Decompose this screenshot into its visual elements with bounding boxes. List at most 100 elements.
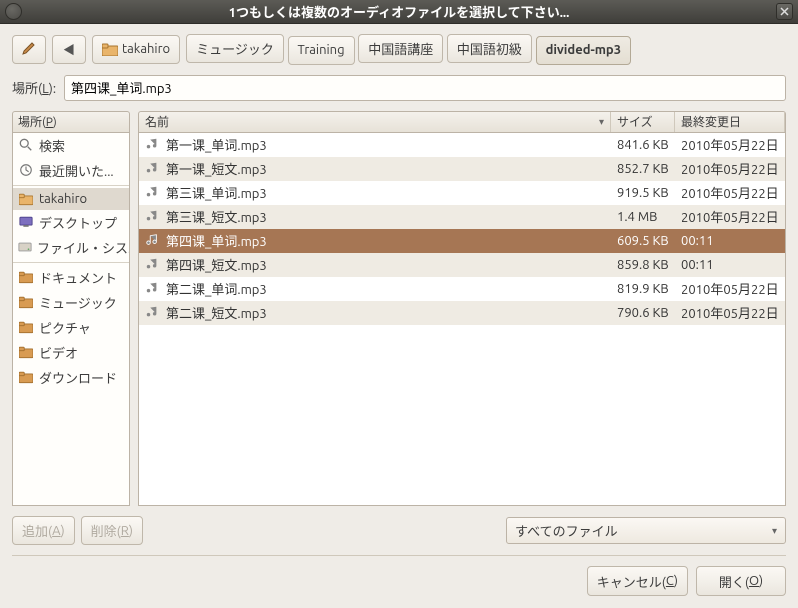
breadcrumb-segment[interactable]: divided-mp3: [536, 36, 631, 65]
file-date: 00:11: [675, 234, 785, 248]
places-item-label: ドキュメント: [39, 268, 117, 287]
breadcrumb-segment[interactable]: Training: [288, 36, 355, 65]
split-panes: 場所(P) 検索最近開いた... takahiro デスクトップファイル・シス...…: [12, 111, 786, 507]
file-name: 第二课_单词.mp3: [166, 279, 267, 298]
places-item-label: 最近開いた...: [39, 161, 114, 180]
places-item[interactable]: 検索: [13, 133, 129, 158]
file-name: 第四课_短文.mp3: [166, 255, 267, 274]
dialog-content: ◀ takahiro ミュージック Training 中国語講座 中国語初級 d…: [0, 24, 798, 608]
breadcrumb-segment[interactable]: 中国語初級: [447, 34, 532, 63]
file-date: 2010年05月22日: [675, 135, 785, 154]
home-folder-icon: [102, 43, 118, 56]
open-button[interactable]: 開く(O): [696, 566, 786, 596]
audio-file-icon: [145, 137, 161, 153]
file-row[interactable]: 第三课_单词.mp3919.5 KB2010年05月22日: [139, 181, 785, 205]
separator: [12, 555, 786, 556]
folder-icon: [18, 369, 34, 385]
file-size: 852.7 KB: [611, 162, 675, 176]
audio-file-icon: [145, 281, 161, 297]
pencil-icon: [21, 40, 37, 59]
disk-icon: [18, 239, 32, 255]
file-name: 第三课_单词.mp3: [166, 183, 267, 202]
breadcrumb-home[interactable]: takahiro: [92, 35, 180, 64]
places-pane: 場所(P) 検索最近開いた... takahiro デスクトップファイル・シス...…: [12, 111, 130, 507]
edit-path-toggle[interactable]: [12, 35, 46, 64]
recent-icon: [18, 162, 34, 178]
dialog-buttons: キャンセル(C) 開く(O): [12, 566, 786, 596]
folder-icon: [18, 269, 34, 285]
x-icon: [780, 7, 789, 16]
file-size: 859.8 KB: [611, 258, 675, 272]
file-row[interactable]: 第二课_单词.mp3819.9 KB2010年05月22日: [139, 277, 785, 301]
file-name: 第三课_短文.mp3: [166, 207, 267, 226]
file-list-pane: 名前 ▾ サイズ 最終変更日 第一课_单词.mp3841.6 KB2010年05…: [138, 111, 786, 507]
file-row[interactable]: 第一课_短文.mp3852.7 KB2010年05月22日: [139, 157, 785, 181]
file-row[interactable]: 第三课_短文.mp3 1.4 MB2010年05月22日: [139, 205, 785, 229]
column-header-date[interactable]: 最終変更日: [675, 112, 785, 132]
desktop-icon: [18, 214, 34, 230]
file-date: 2010年05月22日: [675, 303, 785, 322]
audio-file-icon: [145, 233, 161, 249]
places-item[interactable]: デスクトップ: [13, 210, 129, 235]
folder-icon: [18, 344, 34, 360]
places-item-label: ミュージック: [39, 293, 117, 312]
places-item[interactable]: ダウンロード: [13, 365, 129, 390]
file-row[interactable]: 第四课_短文.mp3859.8 KB00:11: [139, 253, 785, 277]
places-item-label: takahiro: [39, 192, 87, 206]
places-header[interactable]: 場所(P): [12, 111, 130, 133]
places-item[interactable]: 最近開いた...: [13, 158, 129, 183]
file-row[interactable]: 第一课_单词.mp3 841.6 KB2010年05月22日: [139, 133, 785, 157]
column-header-size[interactable]: サイズ: [611, 112, 675, 132]
places-item[interactable]: ビデオ: [13, 340, 129, 365]
file-date: 2010年05月22日: [675, 183, 785, 202]
file-date: 2010年05月22日: [675, 159, 785, 178]
remove-place-button[interactable]: 削除(R): [81, 516, 143, 545]
audio-file-icon: [145, 305, 161, 321]
places-item[interactable]: ミュージック: [13, 290, 129, 315]
breadcrumb-back-button[interactable]: ◀: [52, 35, 86, 64]
audio-file-icon: [145, 161, 161, 177]
chevron-left-icon: ◀: [63, 41, 75, 58]
location-input[interactable]: [64, 75, 786, 101]
file-date: 2010年05月22日: [675, 207, 785, 226]
places-item[interactable]: ドキュメント: [13, 265, 129, 290]
bottom-controls-row: 追加(A) 削除(R) すべてのファイル ▾: [12, 516, 786, 545]
file-name: 第一课_单词.mp3: [166, 135, 267, 154]
breadcrumb-home-label: takahiro: [122, 42, 170, 56]
filter-label: すべてのファイル: [515, 521, 618, 540]
home-icon: [18, 191, 34, 207]
places-item[interactable]: takahiro: [13, 188, 129, 210]
audio-file-icon: [145, 257, 161, 273]
file-name: 第二课_短文.mp3: [166, 303, 267, 322]
title-bar: 1つもしくは複数のオーディオファイルを選択して下さい...: [0, 0, 798, 24]
path-toolbar: ◀ takahiro ミュージック Training 中国語講座 中国語初級 d…: [12, 34, 786, 65]
file-size: 841.6 KB: [611, 138, 675, 152]
places-item[interactable]: ファイル・シス...: [13, 235, 129, 260]
breadcrumb-segment[interactable]: ミュージック: [186, 34, 284, 63]
window-close-button[interactable]: [5, 3, 22, 20]
places-item-label: 検索: [39, 136, 65, 155]
window-maximize-button[interactable]: [776, 3, 793, 20]
folder-icon: [18, 294, 34, 310]
sort-arrow-icon: ▾: [599, 116, 604, 128]
file-size: 1.4 MB: [611, 210, 675, 224]
audio-file-icon: [145, 185, 161, 201]
places-item-label: ピクチャ: [39, 318, 91, 337]
chevron-down-icon: ▾: [772, 525, 777, 537]
breadcrumb-segment[interactable]: 中国語講座: [358, 34, 443, 63]
file-size: 790.6 KB: [611, 306, 675, 320]
audio-file-icon: [145, 209, 161, 225]
file-type-filter[interactable]: すべてのファイル ▾: [506, 517, 786, 544]
cancel-button[interactable]: キャンセル(C): [587, 566, 688, 596]
file-name: 第四课_单词.mp3: [166, 231, 267, 250]
add-place-button[interactable]: 追加(A): [12, 516, 75, 545]
places-item-label: ダウンロード: [39, 368, 117, 387]
places-item-label: デスクトップ: [39, 213, 117, 232]
file-row[interactable]: 第二课_短文.mp3 790.6 KB2010年05月22日: [139, 301, 785, 325]
column-header-name[interactable]: 名前 ▾: [139, 112, 611, 132]
location-label: 場所(L):: [12, 78, 56, 97]
window-title: 1つもしくは複数のオーディオファイルを選択して下さい...: [229, 2, 570, 21]
file-row[interactable]: 第四课_单词.mp3609.5 KB00:11: [139, 229, 785, 253]
places-item[interactable]: ピクチャ: [13, 315, 129, 340]
file-size: 819.9 KB: [611, 282, 675, 296]
